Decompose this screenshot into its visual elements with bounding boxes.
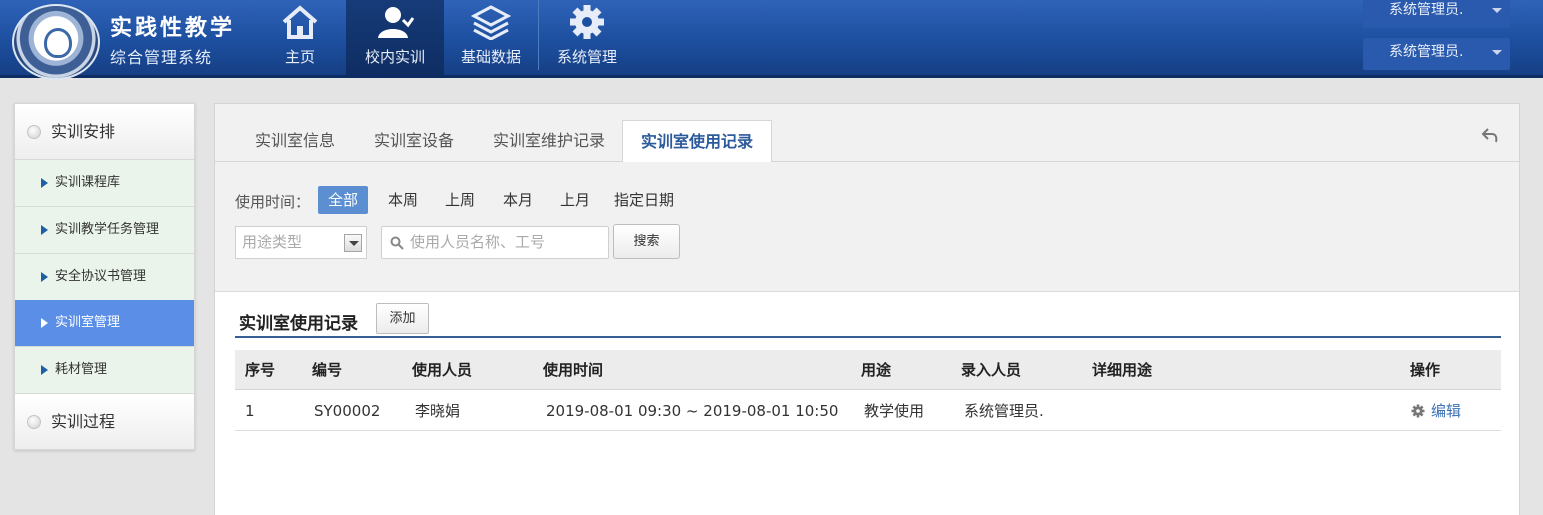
tab-lab-info[interactable]: 实训室信息 — [237, 120, 353, 162]
filter-area: 使用时间： 全部 本周 上周 本月 上月 指定日期 用途类型 使用人员名称、工号… — [215, 162, 1519, 292]
edit-link[interactable]: 编辑 — [1411, 391, 1461, 431]
sidebar: 实训安排 实训课程库 实训教学任务管理 安全协议书管理 实训室管理 耗材管理 实… — [14, 103, 195, 450]
tab-lab-usage[interactable]: 实训室使用记录 — [622, 120, 772, 163]
column-header-detail: 详细用途 — [1092, 361, 1153, 379]
sidebar-item-label: 实训课程库 — [55, 175, 121, 190]
tab-lab-maintenance[interactable]: 实训室维护记录 — [475, 120, 623, 162]
sidebar-item-safety-agreement[interactable]: 安全协议书管理 — [15, 254, 194, 301]
column-header-purpose: 用途 — [861, 361, 892, 379]
column-header-index: 序号 — [245, 361, 276, 379]
sidebar-item-consumables[interactable]: 耗材管理 — [15, 347, 194, 394]
sidebar-item-label: 实训教学任务管理 — [55, 222, 160, 237]
time-option-this-month[interactable]: 本月 — [493, 186, 543, 214]
layers-icon — [471, 5, 511, 40]
user-icon — [378, 7, 415, 38]
search-placeholder: 使用人员名称、工号 — [410, 233, 546, 251]
gear-icon — [570, 5, 604, 39]
nav-campus-training[interactable]: 校内实训 — [346, 0, 444, 75]
tab-lab-equipment[interactable]: 实训室设备 — [355, 120, 473, 162]
cell-time: 2019-08-01 09:30 ~ 2019-08-01 10:50 — [546, 402, 839, 420]
top-header: 实践性教学 综合管理系统 主页 校内实训 基础数据 系统管理 系统管理员. 系统… — [0, 0, 1543, 80]
usage-type-select[interactable]: 用途类型 — [235, 226, 367, 259]
caret-right-icon — [41, 178, 48, 188]
main-panel: 实训室信息 实训室设备 实训室维护记录 实训室使用记录 使用时间： 全部 本周 … — [214, 103, 1520, 515]
search-icon — [390, 236, 404, 250]
sidebar-item-teaching-task[interactable]: 实训教学任务管理 — [15, 207, 194, 254]
nav-system-management-label: 系统管理 — [556, 48, 617, 66]
chevron-down-icon — [1492, 50, 1502, 55]
nav-basic-data[interactable]: 基础数据 — [452, 0, 530, 75]
column-header-action: 操作 — [1410, 361, 1441, 379]
caret-right-icon — [41, 225, 48, 235]
nav-campus-training-label: 校内实训 — [364, 48, 425, 66]
dropdown-arrow-icon — [344, 234, 362, 252]
circle-bullet-icon — [27, 415, 41, 429]
caret-right-icon — [41, 318, 48, 328]
cell-purpose: 教学使用 — [864, 402, 925, 420]
cell-code: SY00002 — [314, 402, 381, 420]
app-title: 实践性教学 — [110, 16, 236, 41]
sidebar-item-lab-management[interactable]: 实训室管理 — [15, 300, 194, 347]
column-header-code: 编号 — [312, 361, 343, 379]
cell-recorder: 系统管理员. — [964, 402, 1044, 420]
user-dropdown[interactable]: 系统管理员. — [1363, 0, 1510, 28]
table-row: 1 SY00002 李晓娟 2019-08-01 09:30 ~ 2019-08… — [235, 391, 1501, 431]
usage-type-placeholder: 用途类型 — [242, 233, 303, 251]
user-name: 系统管理员. — [1389, 2, 1464, 18]
caret-right-icon — [41, 365, 48, 375]
user-dropdown[interactable]: 系统管理员. — [1363, 38, 1510, 70]
chevron-down-icon — [1492, 8, 1502, 13]
nav-divider — [538, 0, 539, 70]
sidebar-item-label: 实训室管理 — [55, 315, 121, 330]
user-name: 系统管理员. — [1389, 44, 1464, 60]
caret-right-icon — [41, 272, 48, 282]
nav-home-label: 主页 — [284, 48, 315, 66]
section-divider — [235, 336, 1501, 338]
table-header: 序号 编号 使用人员 使用时间 用途 录入人员 详细用途 操作 — [235, 350, 1501, 390]
sidebar-item-label: 安全协议书管理 — [55, 269, 147, 284]
school-logo — [12, 4, 100, 80]
sidebar-group-training-process[interactable]: 实训过程 — [15, 394, 194, 450]
usage-time-label: 使用时间： — [235, 193, 311, 211]
cell-user: 李晓娟 — [415, 402, 461, 420]
gear-icon — [1411, 404, 1425, 418]
nav-system-management[interactable]: 系统管理 — [548, 0, 626, 75]
sidebar-group-training-arrangement[interactable]: 实训安排 — [15, 104, 194, 160]
sidebar-group-label: 实训过程 — [51, 412, 116, 431]
home-icon — [282, 5, 318, 39]
sidebar-item-course-library[interactable]: 实训课程库 — [15, 160, 194, 207]
time-option-last-month[interactable]: 上月 — [550, 186, 600, 214]
column-header-recorder: 录入人员 — [961, 361, 1022, 379]
edit-link-label: 编辑 — [1431, 402, 1462, 420]
column-header-user: 使用人员 — [412, 361, 473, 379]
column-header-time: 使用时间 — [543, 361, 604, 379]
time-option-custom-date[interactable]: 指定日期 — [604, 186, 684, 214]
sidebar-group-label: 实训安排 — [51, 122, 116, 141]
cell-index: 1 — [245, 402, 255, 420]
circle-bullet-icon — [27, 125, 41, 139]
nav-home[interactable]: 主页 — [270, 0, 330, 75]
time-option-this-week[interactable]: 本周 — [378, 186, 428, 214]
tab-bar: 实训室信息 实训室设备 实训室维护记录 实训室使用记录 — [215, 104, 1519, 163]
section-title: 实训室使用记录 — [239, 314, 358, 334]
sidebar-item-label: 耗材管理 — [55, 362, 108, 377]
nav-basic-data-label: 基础数据 — [460, 48, 521, 66]
app-subtitle: 综合管理系统 — [110, 48, 213, 67]
search-input[interactable]: 使用人员名称、工号 — [381, 226, 609, 259]
time-option-last-week[interactable]: 上周 — [435, 186, 485, 214]
add-button[interactable]: 添加 — [376, 303, 429, 334]
back-icon[interactable] — [1481, 126, 1499, 144]
search-button[interactable]: 搜索 — [613, 224, 680, 259]
time-option-all[interactable]: 全部 — [318, 186, 369, 214]
